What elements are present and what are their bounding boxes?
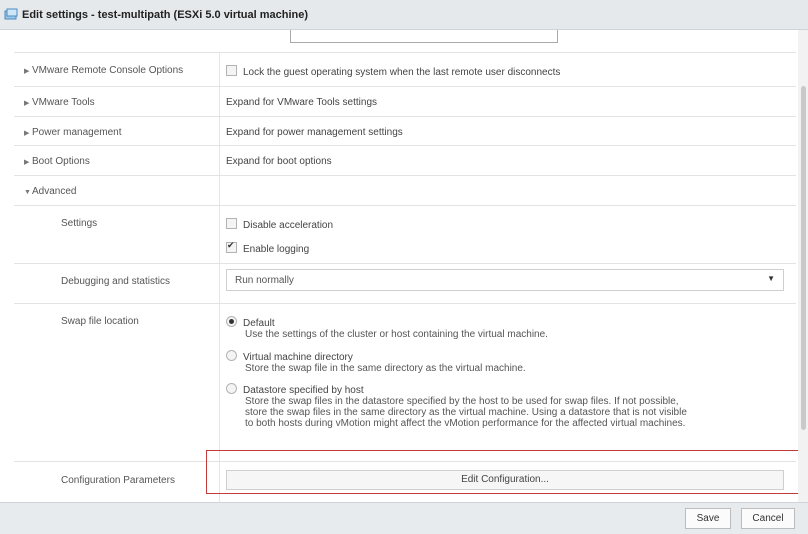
disable-acceleration-option[interactable]: Disable acceleration: [226, 218, 333, 231]
dropdown-arrow-icon: ▼: [767, 274, 775, 283]
debugging-selected-value: Run normally: [235, 275, 294, 286]
disable-acceleration-checkbox[interactable]: [226, 218, 237, 229]
dialog-title: Edit settings - test-multipath (ESXi 5.0…: [22, 8, 309, 21]
partial-field: [290, 30, 558, 43]
row-swap-location: Swap file location Default Use the setti…: [14, 303, 796, 461]
section-toggle-power[interactable]: ▶ Power management: [24, 127, 122, 138]
save-button[interactable]: Save: [685, 508, 731, 529]
boot-summary: Expand for boot options: [226, 156, 332, 167]
swap-datastore-radio[interactable]: [226, 383, 237, 394]
dialog-footer: Save Cancel: [0, 502, 808, 534]
chevron-right-icon: ▶: [24, 130, 30, 137]
row-advanced-settings: Settings Disable acceleration Enable log…: [14, 205, 796, 263]
section-toggle-advanced[interactable]: ▼Advanced: [24, 186, 76, 197]
cancel-button[interactable]: Cancel: [741, 508, 795, 529]
dialog-titlebar: Edit settings - test-multipath (ESXi 5.0…: [0, 0, 808, 30]
row-debugging: Debugging and statistics Run normally ▼: [14, 263, 796, 303]
chevron-right-icon: ▶: [24, 68, 30, 75]
swap-option-default[interactable]: Default Use the settings of the cluster …: [226, 316, 695, 340]
chevron-right-icon: ▶: [24, 159, 30, 166]
swap-option-vm-directory[interactable]: Virtual machine directory Store the swap…: [226, 350, 695, 374]
section-toggle-remote-console[interactable]: ▶ VMware Remote Console Options: [24, 65, 183, 76]
lock-guest-checkbox[interactable]: [226, 65, 237, 76]
row-boot-options: ▶ Boot Options Expand for boot options: [14, 145, 796, 175]
swap-label: Swap file location: [61, 316, 139, 327]
vm-icon: [4, 8, 18, 19]
swap-default-radio[interactable]: [226, 316, 237, 327]
highlight-box: [206, 450, 800, 494]
tools-summary: Expand for VMware Tools settings: [226, 97, 378, 108]
swap-vm-directory-radio[interactable]: [226, 350, 237, 361]
enable-logging-checkbox[interactable]: [226, 240, 237, 253]
chevron-right-icon: ▶: [24, 100, 30, 107]
section-toggle-boot[interactable]: ▶ Boot Options: [24, 156, 90, 167]
settings-label: Settings: [61, 218, 98, 229]
lock-guest-option[interactable]: Lock the guest operating system when the…: [226, 65, 560, 78]
swap-option-datastore[interactable]: Datastore specified by host Store the sw…: [226, 383, 695, 429]
settings-panel[interactable]: ▶ VMware Remote Console Options Lock the …: [14, 30, 796, 502]
row-vmware-tools: ▶ VMware Tools Expand for VMware Tools se…: [14, 86, 796, 116]
power-summary: Expand for power management settings: [226, 127, 403, 138]
enable-logging-option[interactable]: Enable logging: [226, 240, 309, 255]
row-remote-console: ▶ VMware Remote Console Options Lock the …: [14, 52, 796, 86]
section-toggle-vmware-tools[interactable]: ▶ VMware Tools: [24, 97, 95, 108]
chevron-down-icon: ▼: [24, 189, 31, 196]
debugging-label: Debugging and statistics: [61, 276, 170, 287]
debugging-select[interactable]: Run normally ▼: [226, 269, 784, 291]
row-advanced: ▼Advanced: [14, 175, 796, 205]
scrollbar-thumb[interactable]: [801, 86, 806, 430]
config-label: Configuration Parameters: [61, 475, 175, 486]
row-power-management: ▶ Power management Expand for power manag…: [14, 116, 796, 145]
